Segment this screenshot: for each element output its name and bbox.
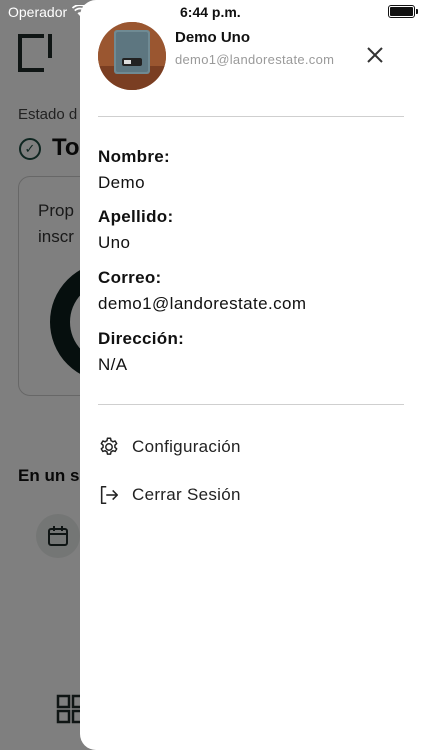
battery-tip (416, 9, 418, 14)
direccion-label: Dirección: (98, 329, 185, 348)
status-bar: Operador 6:44 p.m. (0, 0, 422, 24)
settings-menu-item[interactable]: Configuración (98, 429, 388, 465)
user-email: demo1@landorestate.com (175, 52, 335, 67)
carrier: Operador (8, 4, 89, 20)
user-name: Demo Uno (175, 29, 250, 46)
logout-menu-item[interactable]: Cerrar Sesión (98, 477, 388, 513)
avatar (98, 22, 166, 90)
close-button[interactable] (362, 44, 388, 70)
close-icon (366, 46, 384, 69)
carrier-label: Operador (8, 4, 68, 20)
correo-label: Correo: (98, 268, 162, 287)
settings-label: Configuración (132, 437, 241, 456)
nombre-label: Nombre: (98, 147, 170, 166)
apellido-value: Uno (98, 233, 131, 252)
wifi-icon (72, 4, 89, 20)
direccion-value: N/A (98, 355, 128, 374)
clock: 6:44 p.m. (180, 4, 241, 20)
apellido-label: Apellido: (98, 207, 174, 226)
gear-icon (98, 436, 120, 458)
correo-value: demo1@landorestate.com (98, 294, 307, 313)
nombre-value: Demo (98, 173, 145, 192)
logout-icon (98, 484, 120, 506)
divider-top (98, 116, 404, 117)
battery-icon (388, 5, 415, 18)
profile-drawer: Demo Uno demo1@landorestate.com Nombre: … (80, 0, 422, 750)
divider-bottom (98, 404, 404, 405)
logout-label: Cerrar Sesión (132, 485, 241, 504)
